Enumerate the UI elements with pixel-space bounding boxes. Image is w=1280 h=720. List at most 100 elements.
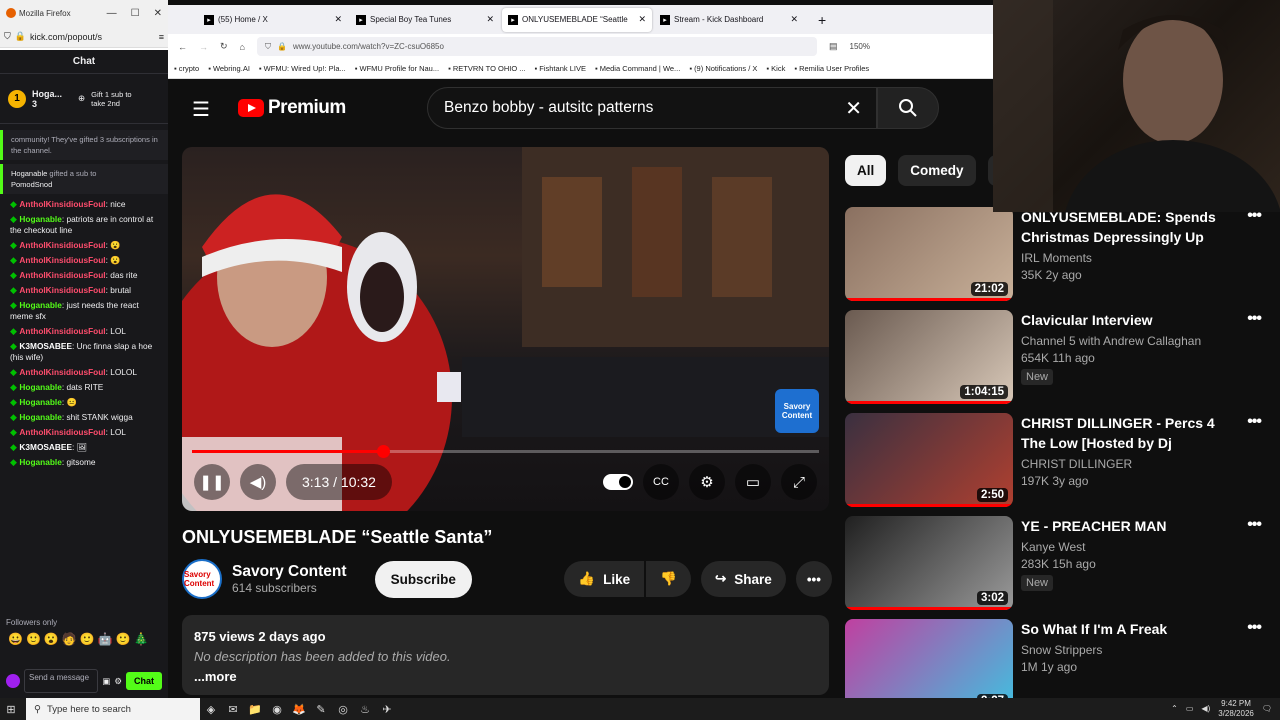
- video-thumbnail[interactable]: 21:02: [845, 207, 1013, 301]
- url-bar[interactable]: ⛉ 🔒 www.youtube.com/watch?v=ZC-csuO685o: [256, 37, 817, 56]
- recommendation-title[interactable]: YE - PREACHER MAN: [1021, 516, 1216, 536]
- chat-username[interactable]: AntholKinsidiousFoul: [19, 199, 105, 209]
- channel-watermark[interactable]: Savory Content: [775, 389, 819, 433]
- recommendation-channel[interactable]: Kanye West: [1021, 540, 1275, 554]
- filter-chip[interactable]: Comedy: [898, 155, 976, 186]
- subscribe-button[interactable]: Subscribe: [374, 560, 472, 598]
- video-thumbnail[interactable]: 3:02: [845, 516, 1013, 610]
- close-tab-icon[interactable]: ✕: [334, 14, 342, 25]
- recommendation-title[interactable]: CHRIST DILLINGER - Percs 4 The Low [Host…: [1021, 413, 1216, 453]
- bookmark-item[interactable]: ▪ WFMU: Wired Up!: Pla...: [259, 64, 346, 73]
- more-options-icon[interactable]: •••: [1247, 413, 1262, 431]
- bookmark-item[interactable]: ▪ Kick: [766, 64, 785, 73]
- zoom-level[interactable]: 150%: [850, 42, 870, 51]
- speaker-icon[interactable]: ◀): [1201, 704, 1210, 714]
- obs-icon[interactable]: ◉: [266, 698, 288, 720]
- bookmark-item[interactable]: ▪ Media Command | We...: [595, 64, 680, 73]
- fullscreen-icon[interactable]: ⤢: [781, 464, 817, 500]
- close-tab-icon[interactable]: ✕: [486, 14, 494, 25]
- youtube-logo[interactable]: Premium: [238, 97, 346, 119]
- chat-username[interactable]: Hoganable: [19, 397, 61, 407]
- settings-gear-icon[interactable]: ⚙: [689, 464, 725, 500]
- filter-chip[interactable]: All: [845, 155, 887, 186]
- share-button[interactable]: ↪ Share: [700, 561, 786, 597]
- clear-search-icon[interactable]: ✕: [845, 96, 862, 121]
- windows-start-icon[interactable]: ⊞: [0, 698, 22, 720]
- browser-tab[interactable]: ▸ Special Boy Tea Tunes ✕: [350, 8, 500, 32]
- chat-username[interactable]: AntholKinsidiousFoul: [19, 285, 105, 295]
- recommendation-channel[interactable]: IRL Moments: [1021, 251, 1275, 265]
- recommendation-title[interactable]: ONLYUSEMEBLADE: Spends Christmas Depress…: [1021, 207, 1216, 247]
- recommendation-item[interactable]: 1:04:15 Clavicular Interview Channel 5 wit…: [845, 310, 1275, 405]
- close-icon[interactable]: ✕: [154, 8, 162, 19]
- copilot-icon[interactable]: ◈: [200, 698, 222, 720]
- recommendation-channel[interactable]: Channel 5 with Andrew Callaghan: [1021, 334, 1275, 348]
- bookmark-item[interactable]: ▪ RETVRN TO OHIO ...: [448, 64, 525, 73]
- dislike-button[interactable]: 👎: [646, 561, 691, 597]
- emote-row[interactable]: 😀🙂😮🧑🙂🤖🙂🎄: [8, 632, 152, 646]
- video-thumbnail[interactable]: 2:50: [845, 413, 1013, 507]
- chat-username[interactable]: AntholKinsidiousFoul: [19, 240, 105, 250]
- chat-address-bar[interactable]: ⛉ 🔒 kick.com/popout/s ≡: [0, 26, 168, 48]
- tray-chevron-icon[interactable]: ⌃: [1171, 704, 1178, 714]
- chat-username[interactable]: AntholKinsidiousFoul: [19, 326, 105, 336]
- more-options-icon[interactable]: •••: [1247, 310, 1262, 328]
- mic-icon[interactable]: [6, 674, 20, 688]
- bookmark-item[interactable]: ▪ (9) Notifications / X: [689, 64, 757, 73]
- chat-username[interactable]: AntholKinsidiousFoul: [19, 270, 105, 280]
- send-chat-button[interactable]: Chat: [126, 672, 162, 690]
- chat-username[interactable]: Hoganable: [19, 457, 61, 467]
- back-icon[interactable]: ←: [178, 42, 187, 52]
- chat-username[interactable]: AntholKinsidiousFoul: [19, 427, 105, 437]
- channel-avatar[interactable]: Savory Content: [182, 559, 222, 599]
- chrome-icon[interactable]: ◎: [332, 698, 354, 720]
- close-tab-icon[interactable]: ✕: [638, 14, 646, 25]
- theater-mode-icon[interactable]: ▭: [735, 464, 771, 500]
- captions-icon[interactable]: CC: [643, 464, 679, 500]
- more-options-icon[interactable]: •••: [1247, 619, 1262, 637]
- video-player[interactable]: Savory Content ❚❚ ◀) 3:13 / 10:32 CC ⚙ ▭…: [182, 147, 829, 511]
- firefox-taskbar-icon[interactable]: 🦊: [288, 698, 310, 720]
- video-thumbnail[interactable]: 1:04:15: [845, 310, 1013, 404]
- chat-username[interactable]: K3MOSABEE: [19, 442, 72, 452]
- steam-icon[interactable]: ♨: [354, 698, 376, 720]
- recommendation-item[interactable]: 3:02 YE - PREACHER MAN Kanye West 283K 15h …: [845, 516, 1275, 611]
- new-tab-button[interactable]: +: [818, 12, 826, 28]
- bookmark-item[interactable]: ▪ Fishtank LIVE: [535, 64, 586, 73]
- bookmark-item[interactable]: ▪ Webring.AI: [208, 64, 250, 73]
- bookmark-item[interactable]: ▪ WFMU Profile for Nau...: [355, 64, 439, 73]
- maximize-icon[interactable]: ☐: [131, 8, 140, 19]
- network-icon[interactable]: ▭: [1186, 704, 1194, 714]
- browser-tab[interactable]: ▸ Stream - Kick Dashboard ✕: [654, 8, 804, 32]
- browser-tab[interactable]: ▸ ONLYUSEMEBLADE “Seattle ✕: [502, 7, 652, 32]
- pause-icon[interactable]: ❚❚: [194, 464, 230, 500]
- home-icon[interactable]: ⌂: [240, 42, 245, 52]
- more-actions-button[interactable]: •••: [795, 561, 832, 597]
- hamburger-menu-icon[interactable]: ☰: [192, 97, 210, 122]
- more-options-icon[interactable]: •••: [1247, 516, 1262, 534]
- search-input[interactable]: Benzo bobby - autsitc patterns ✕: [427, 87, 877, 129]
- recommendation-title[interactable]: Clavicular Interview: [1021, 310, 1216, 330]
- chat-username[interactable]: Hoganable: [19, 412, 61, 422]
- channel-name[interactable]: Savory Content: [232, 563, 347, 581]
- telegram-icon[interactable]: ✈: [376, 698, 398, 720]
- chat-username[interactable]: Hoganable: [19, 382, 61, 392]
- settings-icon[interactable]: ⚙: [114, 676, 122, 687]
- reader-icon[interactable]: ▤: [829, 41, 838, 52]
- gift-cta[interactable]: Gift 1 sub to take 2nd: [91, 90, 141, 108]
- browser-tab[interactable]: ▸ (55) Home / X ✕: [198, 8, 348, 32]
- menu-icon[interactable]: ≡: [159, 32, 164, 42]
- recommendation-title[interactable]: So What If I'm A Freak: [1021, 619, 1216, 639]
- chat-username[interactable]: Hoganable: [19, 300, 61, 310]
- notifications-icon[interactable]: 🗨: [1262, 704, 1272, 714]
- autoplay-toggle[interactable]: [603, 474, 633, 490]
- gift-leaderboard[interactable]: 1 Hoga... 3 ⊕ Gift 1 sub to take 2nd: [0, 74, 168, 124]
- recommendation-channel[interactable]: Snow Strippers: [1021, 643, 1275, 657]
- show-more-link[interactable]: ...more: [194, 667, 817, 687]
- app-icon[interactable]: ✎: [310, 698, 332, 720]
- description-box[interactable]: 875 views 2 days ago No description has …: [182, 615, 829, 695]
- close-tab-icon[interactable]: ✕: [790, 14, 798, 25]
- bookmark-item[interactable]: ▪ crypto: [174, 64, 199, 73]
- taskbar-search[interactable]: ⚲ Type here to search: [26, 698, 200, 720]
- recommendation-channel[interactable]: CHRIST DILLINGER: [1021, 457, 1275, 471]
